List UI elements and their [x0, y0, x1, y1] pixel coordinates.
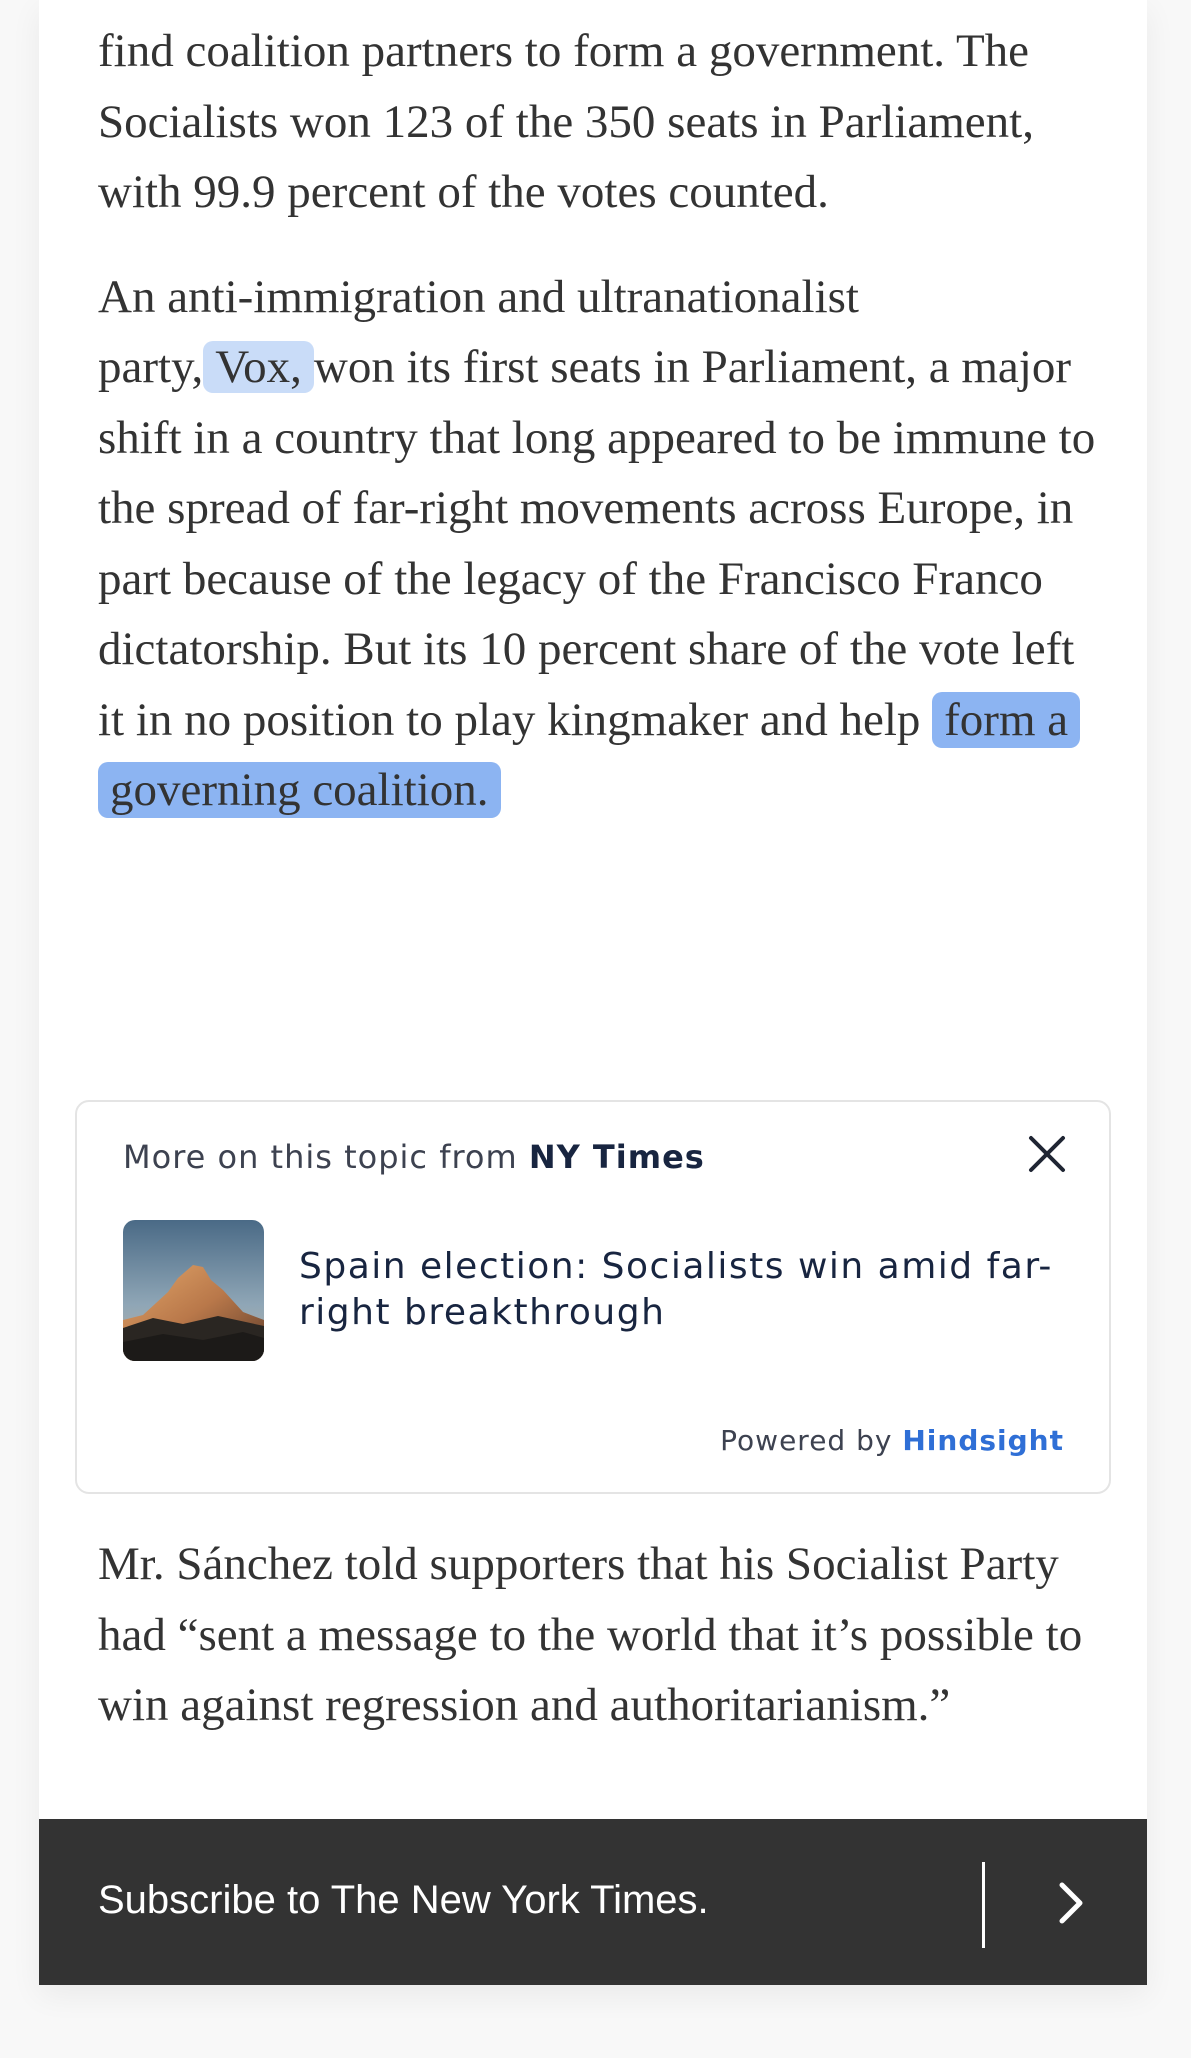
card-header: More on this topic from NY Times — [123, 1138, 705, 1176]
article-page: find coalition partners to form a govern… — [39, 0, 1147, 1985]
powered-by: Powered by Hindsight — [720, 1424, 1064, 1457]
article-body-continued: Mr. Sánchez told supporters that his Soc… — [98, 1529, 1108, 1741]
article-paragraph: Mr. Sánchez told supporters that his Soc… — [98, 1538, 1083, 1731]
article-paragraph: An anti-immigration and ultranationalist… — [98, 262, 1108, 826]
powered-by-prefix: Powered by — [720, 1424, 893, 1457]
paragraph-text: won its first seats in Parliament, a maj… — [98, 341, 1096, 746]
divider — [982, 1862, 985, 1948]
subscribe-bar[interactable]: Subscribe to The New York Times. — [39, 1819, 1147, 1985]
subscribe-text[interactable]: Subscribe to The New York Times. — [98, 1878, 709, 1923]
article-paragraph: find coalition partners to form a govern… — [98, 25, 1034, 218]
article-body: find coalition partners to form a govern… — [98, 16, 1108, 826]
card-header-source: NY Times — [528, 1138, 705, 1176]
chevron-right-icon[interactable] — [1044, 1875, 1100, 1931]
card-header-prefix: More on this topic from — [123, 1138, 518, 1176]
related-topic-card: More on this topic from NY Times Spain e… — [75, 1100, 1111, 1494]
mountain-thumbnail[interactable] — [123, 1220, 264, 1361]
hindsight-link[interactable]: Hindsight — [902, 1424, 1064, 1457]
vox-highlight[interactable]: Vox, — [203, 341, 314, 393]
close-icon[interactable] — [1023, 1130, 1071, 1178]
related-article-link[interactable]: Spain election: Socialists win amid far-… — [299, 1244, 1059, 1336]
